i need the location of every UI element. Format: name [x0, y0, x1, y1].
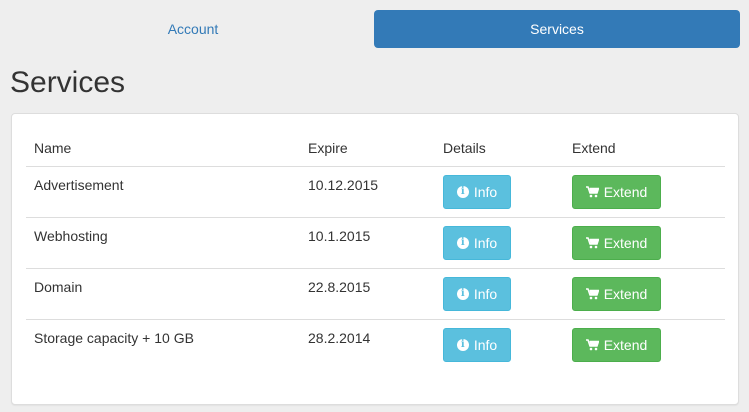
shopping-cart-icon: [585, 338, 599, 351]
header-expire: Expire: [300, 130, 435, 167]
service-expire: 22.8.2015: [308, 278, 371, 295]
table-row: Storage capacity + 10 GB 28.2.2014 i Inf…: [26, 319, 725, 370]
page-title: Services: [10, 66, 126, 99]
service-name: Storage capacity + 10 GB: [34, 329, 194, 346]
info-button-label: Info: [473, 336, 498, 353]
extend-button[interactable]: Extend: [572, 174, 661, 209]
info-sign-icon: i: [456, 338, 469, 351]
service-name: Domain: [34, 278, 83, 295]
extend-button-label: Extend: [603, 234, 648, 251]
service-name: Webhosting: [34, 227, 108, 244]
info-sign-icon: i: [456, 236, 469, 249]
header-extend: Extend: [564, 130, 725, 167]
extend-button-label: Extend: [603, 336, 648, 353]
header-name: Name: [26, 130, 300, 167]
table-row: Domain 22.8.2015 i Info Extend: [26, 268, 725, 319]
shopping-cart-icon: [585, 185, 599, 198]
service-expire: 10.1.2015: [308, 227, 371, 244]
info-button-label: Info: [473, 234, 498, 251]
header-details: Details: [435, 130, 564, 167]
shopping-cart-icon: [585, 236, 599, 249]
table-header-row: Name Expire Details Extend: [26, 130, 725, 167]
extend-button-label: Extend: [603, 183, 648, 200]
nav-tabs: Account Services: [10, 10, 740, 48]
service-expire: 10.12.2015: [308, 176, 379, 193]
info-button-label: Info: [473, 285, 498, 302]
info-sign-icon: i: [456, 287, 469, 300]
services-table: Name Expire Details Extend Advertisement…: [26, 130, 725, 370]
tab-services[interactable]: Services: [374, 10, 740, 48]
service-name: Advertisement: [34, 176, 124, 193]
tab-account[interactable]: Account: [10, 10, 376, 48]
extend-button[interactable]: Extend: [572, 225, 661, 260]
info-button[interactable]: i Info: [443, 276, 511, 311]
info-button[interactable]: i Info: [443, 327, 511, 362]
extend-button[interactable]: Extend: [572, 276, 661, 311]
extend-button-label: Extend: [603, 285, 648, 302]
info-button[interactable]: i Info: [443, 174, 511, 209]
info-button-label: Info: [473, 183, 498, 200]
info-sign-icon: i: [456, 185, 469, 198]
info-button[interactable]: i Info: [443, 225, 511, 260]
table-row: Webhosting 10.1.2015 i Info Extend: [26, 217, 725, 268]
extend-button[interactable]: Extend: [572, 327, 661, 362]
table-row: Advertisement 10.12.2015 i Info Extend: [26, 166, 725, 217]
service-expire: 28.2.2014: [308, 329, 371, 346]
services-panel: Name Expire Details Extend Advertisement…: [11, 113, 739, 405]
shopping-cart-icon: [585, 287, 599, 300]
